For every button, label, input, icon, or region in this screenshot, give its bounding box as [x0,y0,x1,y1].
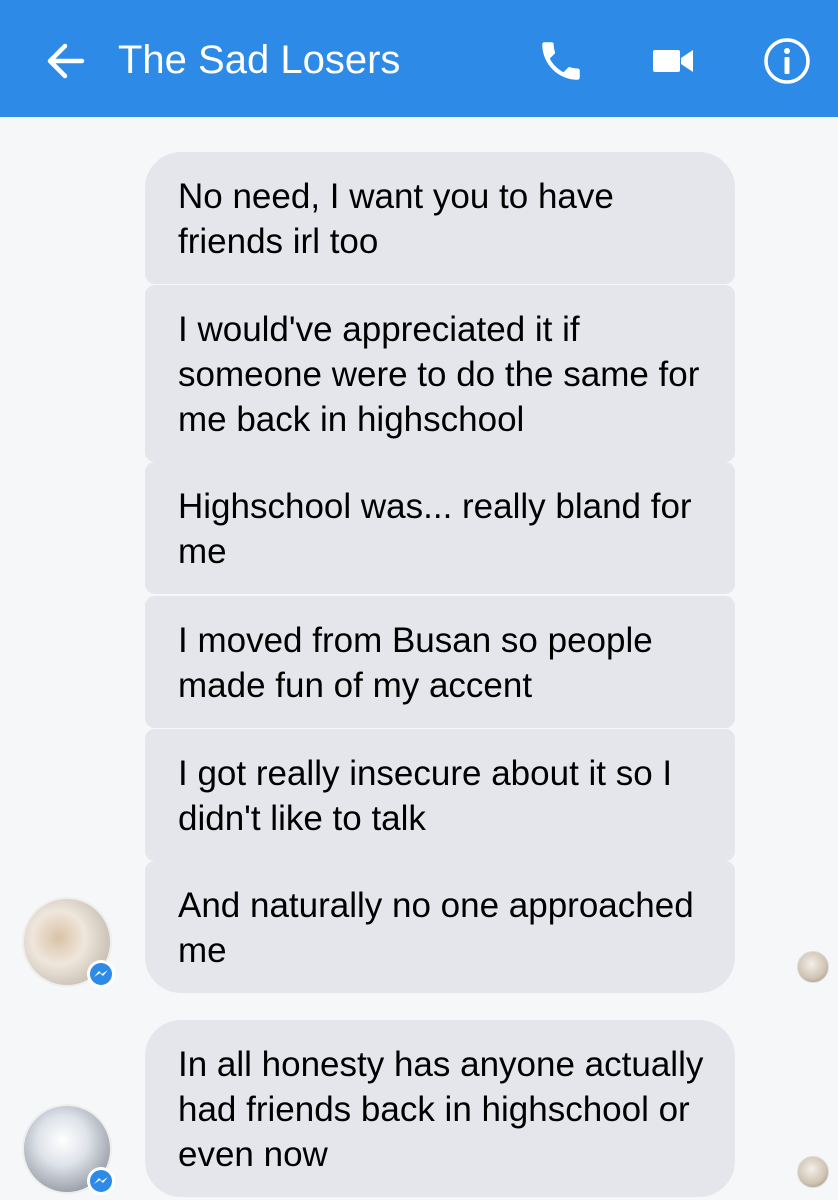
message-bubble[interactable]: And naturally no one approached me [145,861,735,993]
info-icon [764,38,810,84]
chat-header: The Sad Losers [0,0,838,117]
info-button[interactable] [762,36,812,86]
read-receipt-avatar [797,951,829,983]
video-call-button[interactable] [648,36,698,86]
message-bubble[interactable]: I moved from Busan so people made fun of… [145,596,735,728]
back-button[interactable] [42,36,92,86]
back-arrow-icon [47,43,85,79]
sender-avatar[interactable] [22,1104,115,1195]
phone-icon [542,42,580,80]
message-bubble[interactable]: No need, I want you to have friends irl … [145,152,735,284]
video-camera-icon [653,50,693,72]
read-receipt-avatar [797,1156,829,1188]
messenger-badge-icon [87,1167,115,1195]
call-button[interactable] [536,36,586,86]
messenger-badge-icon [87,960,115,988]
message-bubble[interactable]: I got really insecure about it so I didn… [145,729,735,861]
message-bubble[interactable]: I would've appreciated it if someone wer… [145,285,735,462]
sender-avatar[interactable] [22,897,115,988]
message-bubble[interactable]: Highschool was... really bland for me [145,462,735,594]
conversation-title: The Sad Losers [118,38,401,82]
message-bubble[interactable]: In all honesty has anyone actually had f… [145,1020,735,1197]
